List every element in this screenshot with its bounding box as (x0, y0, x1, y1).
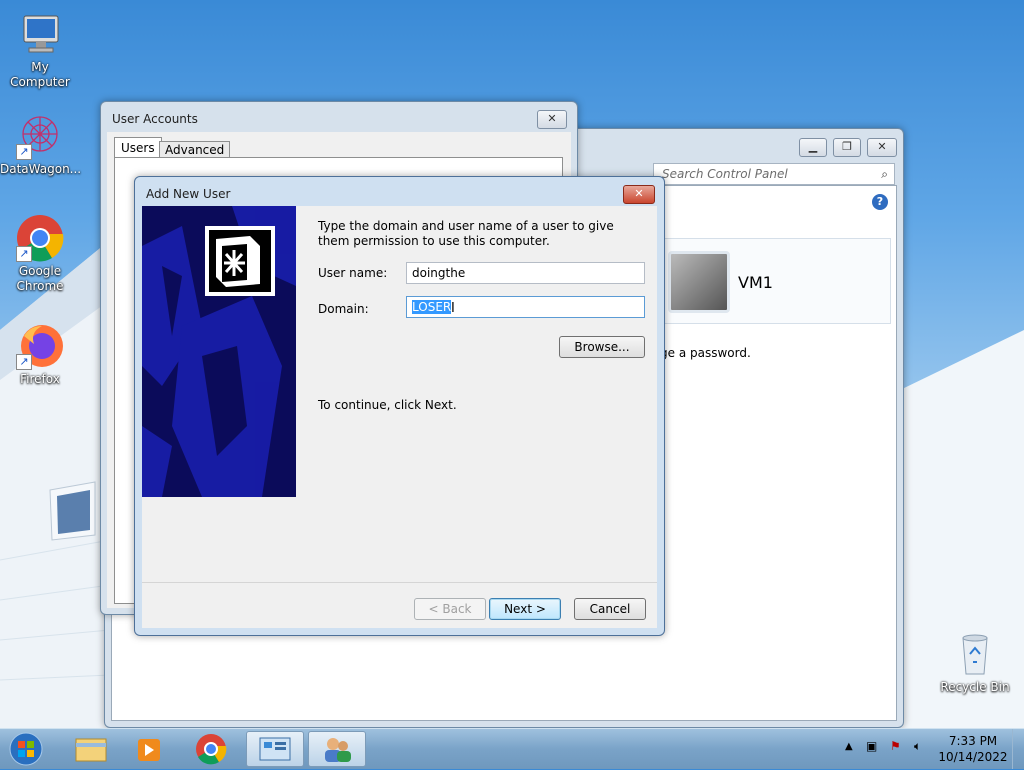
dialog-body: Type the domain and user name of a user … (142, 206, 657, 628)
taskbar-control-panel[interactable] (246, 731, 304, 767)
desktop-icon-my-computer[interactable]: My Computer (0, 10, 80, 90)
help-icon[interactable]: ? (872, 194, 888, 210)
continue-text: To continue, click Next. (318, 398, 457, 412)
cancel-button[interactable]: Cancel (574, 598, 646, 620)
close-button[interactable]: ✕ (867, 138, 897, 157)
clock-date: 10/14/2022 (938, 750, 1008, 764)
account-tile[interactable]: VM1 (657, 238, 891, 324)
tab-advanced[interactable]: Advanced (159, 141, 231, 158)
firefox-icon: ↗ (16, 322, 64, 370)
action-center-icon[interactable]: ⚑ (890, 739, 901, 753)
show-hidden-icons[interactable]: ▲ (845, 741, 853, 752)
taskbar-chrome[interactable] (182, 731, 240, 767)
desktop-icon-datawagon[interactable]: ↗ DataWagon... (0, 112, 82, 177)
media-player-icon (138, 739, 160, 761)
volume-icon[interactable]: 🔈︎ (914, 739, 921, 754)
tab-users[interactable]: Users (114, 137, 162, 158)
search-input[interactable]: Search Control Panel ⌕ (653, 163, 895, 185)
text-cursor-icon: I (451, 301, 455, 316)
back-button[interactable]: < Back (414, 598, 486, 620)
close-button[interactable]: ✕ (537, 110, 567, 129)
desktop-icon-label: Google Chrome (16, 264, 64, 293)
close-button[interactable]: ✕ (623, 185, 655, 204)
window-title: User Accounts (112, 112, 198, 126)
desktop-icon-label: DataWagon... (0, 162, 82, 176)
clock[interactable]: 7:33 PM 10/14/2022 (938, 733, 1008, 765)
wizard-banner (142, 206, 296, 497)
datawagon-icon: ↗ (16, 112, 64, 160)
desktop-icon-chrome[interactable]: ↗ Google Chrome (0, 214, 80, 294)
username-field[interactable]: doingthe (406, 262, 645, 284)
users-icon (325, 738, 351, 762)
minimize-button[interactable]: ▁ (799, 138, 827, 157)
button-separator (142, 582, 657, 583)
shortcut-arrow-icon: ↗ (16, 144, 32, 160)
domain-field[interactable]: LOSER I (406, 296, 645, 318)
taskbar-media-player[interactable] (120, 731, 178, 767)
desktop-icon-label: Firefox (20, 372, 60, 386)
computer-icon (16, 10, 64, 58)
chrome-icon: ↗ (16, 214, 64, 262)
search-placeholder: Search Control Panel (662, 167, 788, 181)
taskbar: ▲ ▣ ⚑ 🔈︎ 7:33 PM 10/14/2022 (0, 728, 1024, 769)
search-icon: ⌕ (881, 167, 888, 181)
clock-time: 7:33 PM (948, 734, 998, 748)
taskbar-explorer[interactable] (62, 731, 120, 767)
start-button[interactable] (6, 731, 46, 767)
next-button[interactable]: Next > (489, 598, 561, 620)
windows-logo-icon (9, 732, 43, 766)
network-icon[interactable]: ▣ (866, 739, 877, 753)
instructions-text: Type the domain and user name of a user … (318, 219, 614, 248)
show-desktop-button[interactable] (1012, 729, 1024, 769)
domain-selected-text: LOSER (412, 300, 452, 314)
desktop-icon-firefox[interactable]: ↗ Firefox (0, 322, 80, 387)
folder-icon (75, 738, 107, 762)
chrome-icon (196, 734, 227, 765)
desktop-icon-label: Recycle Bin (940, 680, 1010, 694)
shortcut-arrow-icon: ↗ (16, 246, 32, 262)
browse-button[interactable]: Browse... (559, 336, 645, 358)
username-label: User name: (318, 266, 388, 280)
change-password-text[interactable]: ge a password. (660, 346, 751, 360)
desktop-icon-label: My Computer (10, 60, 70, 89)
taskbar-user-accounts[interactable] (308, 731, 366, 767)
shortcut-arrow-icon: ↗ (16, 354, 32, 370)
dialog-title: Add New User (146, 187, 231, 201)
recycle-bin-icon (951, 630, 999, 678)
domain-label: Domain: (318, 302, 369, 316)
account-name: VM1 (738, 273, 773, 292)
add-new-user-dialog[interactable]: Add New User ✕ Type the domain and user … (134, 176, 665, 636)
desktop-icon-recycle-bin[interactable]: Recycle Bin (935, 630, 1015, 695)
maximize-button[interactable]: ❐ (833, 138, 861, 157)
control-panel-icon (259, 737, 291, 761)
account-picture-icon (668, 251, 730, 313)
